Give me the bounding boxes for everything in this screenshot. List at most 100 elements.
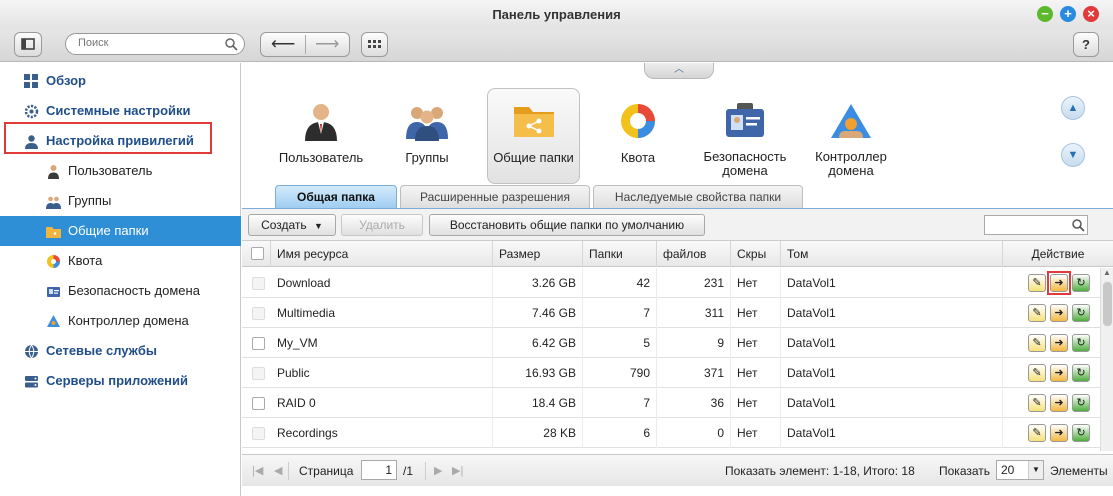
domain-security-icon [726, 103, 764, 137]
refresh-icon[interactable]: ↻ [1072, 334, 1090, 352]
cell-files: 9 [657, 328, 731, 358]
select-all-checkbox[interactable] [251, 247, 264, 260]
create-button[interactable]: Создать ▼ [248, 214, 336, 236]
forward-arrow-icon[interactable]: ⟶ [315, 34, 339, 54]
table-row[interactable]: Multimedia 7.46 GB 7 311 Нет DataVol1 ✎ ➜ ↻ [242, 298, 1100, 328]
sidebar-item-overview[interactable]: Обзор [0, 66, 241, 96]
refresh-icon[interactable]: ↻ [1072, 364, 1090, 382]
header-name[interactable]: Имя ресурса [271, 241, 493, 267]
search-box[interactable] [65, 33, 245, 55]
permissions-icon[interactable]: ➜ [1050, 364, 1068, 382]
cell-volume: DataVol1 [781, 298, 1003, 328]
sidebar-item-label: Сетевые службы [46, 343, 158, 358]
sidebar-item-shared-folders[interactable]: Общие папки [0, 216, 241, 246]
per-page-select[interactable]: 20 ▼ [996, 460, 1044, 480]
search-icon[interactable] [224, 37, 238, 51]
scroll-up-arrow-icon[interactable]: ▲ [1103, 268, 1111, 277]
menu-toggle-button[interactable] [14, 32, 42, 57]
tab-shared-folder[interactable]: Общая папка [275, 185, 397, 208]
back-arrow-icon[interactable]: ⟵ [271, 34, 295, 54]
category-groups[interactable]: Группы [377, 93, 477, 188]
table-row[interactable]: Recordings 28 KB 6 0 Нет DataVol1 ✎ ➜ ↻ [242, 418, 1100, 448]
tab-inherited-properties[interactable]: Наследуемые свойства папки [593, 185, 803, 208]
minimize-icon[interactable]: − [1037, 6, 1053, 22]
sidebar-item-label: Общие папки [68, 223, 149, 238]
delete-button[interactable]: Удалить [341, 214, 423, 236]
cell-hidden: Нет [731, 268, 781, 298]
header-hidden[interactable]: Скры [731, 241, 781, 267]
category-domain-controller[interactable]: Контроллер домена [801, 93, 901, 188]
cell-hidden: Нет [731, 418, 781, 448]
row-checkbox[interactable] [252, 337, 265, 350]
edit-icon[interactable]: ✎ [1028, 394, 1046, 412]
cell-hidden: Нет [731, 328, 781, 358]
category-user[interactable]: Пользователь [271, 93, 371, 188]
first-page-icon[interactable]: |◀ [252, 464, 263, 477]
row-checkbox[interactable] [252, 397, 265, 410]
search-icon[interactable] [1071, 218, 1085, 232]
close-icon[interactable]: × [1083, 6, 1099, 22]
sidebar-item-groups[interactable]: Группы [0, 186, 241, 216]
sidebar-item-domain-security[interactable]: Безопасность домена [0, 276, 241, 306]
page-number-input[interactable]: 1 [361, 460, 397, 480]
maximize-icon[interactable]: + [1060, 6, 1076, 22]
edit-icon[interactable]: ✎ [1028, 304, 1046, 322]
scroll-up-button[interactable]: ▲ [1061, 96, 1085, 120]
permissions-icon[interactable]: ➜ [1050, 304, 1068, 322]
refresh-icon[interactable]: ↻ [1072, 274, 1090, 292]
cell-folders: 42 [583, 268, 657, 298]
refresh-icon[interactable]: ↻ [1072, 304, 1090, 322]
overview-grid-icon [24, 74, 38, 88]
cell-size: 6.42 GB [493, 328, 583, 358]
header-size[interactable]: Размер [493, 241, 583, 267]
edit-icon[interactable]: ✎ [1028, 364, 1046, 382]
header-volume[interactable]: Том [781, 241, 1003, 267]
sidebar: Обзор Системные настройки Настройка прив… [0, 63, 241, 496]
sidebar-item-app-servers[interactable]: Серверы приложений [0, 366, 241, 396]
header-files[interactable]: файлов [657, 241, 731, 267]
table-search-input[interactable] [984, 215, 1088, 235]
row-checkbox[interactable] [252, 307, 265, 320]
apps-grid-button[interactable] [361, 32, 388, 57]
permissions-icon[interactable]: ➜ [1050, 394, 1068, 412]
header-folders[interactable]: Папки [583, 241, 657, 267]
collapse-panel-button[interactable]: ︿ [644, 63, 714, 79]
permissions-icon[interactable]: ➜ [1050, 424, 1068, 442]
sidebar-item-domain-controller[interactable]: Контроллер домена [0, 306, 241, 336]
scroll-down-button[interactable]: ▼ [1061, 143, 1085, 167]
action-bar: Создать ▼ Удалить Восстановить общие пап… [242, 209, 1113, 241]
tab-advanced-permissions[interactable]: Расширенные разрешения [400, 185, 590, 208]
row-checkbox[interactable] [252, 367, 265, 380]
row-checkbox[interactable] [252, 277, 265, 290]
refresh-icon[interactable]: ↻ [1072, 394, 1090, 412]
table-row[interactable]: RAID 0 18.4 GB 7 36 Нет DataVol1 ✎ ➜ ↻ [242, 388, 1100, 418]
category-domain-security[interactable]: Безопасность домена [695, 93, 795, 188]
help-button[interactable]: ? [1073, 32, 1099, 57]
quota-pie-icon [621, 104, 655, 138]
row-checkbox[interactable] [252, 427, 265, 440]
search-input[interactable] [78, 37, 218, 49]
sidebar-item-user[interactable]: Пользователь [0, 156, 241, 186]
edit-icon[interactable]: ✎ [1028, 424, 1046, 442]
user-icon [305, 104, 337, 141]
edit-icon[interactable]: ✎ [1028, 334, 1046, 352]
server-icon [25, 376, 38, 388]
table-row[interactable]: My_VM 6.42 GB 5 9 Нет DataVol1 ✎ ➜ ↻ [242, 328, 1100, 358]
tab-label: Наследуемые свойства папки [614, 190, 782, 204]
restore-defaults-button[interactable]: Восстановить общие папки по умолчанию [429, 214, 705, 236]
sidebar-item-network-services[interactable]: Сетевые службы [0, 336, 241, 366]
refresh-icon[interactable]: ↻ [1072, 424, 1090, 442]
scrollbar-thumb[interactable] [1103, 282, 1112, 326]
prev-page-icon[interactable]: ◀ [274, 464, 282, 477]
category-shared-folders[interactable]: Общие папки [487, 88, 580, 184]
table-row[interactable]: Download 3.26 GB 42 231 Нет DataVol1 ✎ ➜ ↻ [242, 268, 1100, 298]
edit-icon[interactable]: ✎ [1028, 274, 1046, 292]
sidebar-item-quota[interactable]: Квота [0, 246, 241, 276]
category-quota[interactable]: Квота [588, 93, 688, 188]
permissions-icon[interactable]: ➜ [1050, 334, 1068, 352]
table-row[interactable]: Public 16.93 GB 790 371 Нет DataVol1 ✎ ➜ ↻ [242, 358, 1100, 388]
group-icon [46, 196, 61, 209]
table-scrollbar[interactable]: ▲ [1100, 268, 1113, 451]
last-page-icon[interactable]: ▶| [452, 464, 463, 477]
next-page-icon[interactable]: ▶ [434, 464, 442, 477]
